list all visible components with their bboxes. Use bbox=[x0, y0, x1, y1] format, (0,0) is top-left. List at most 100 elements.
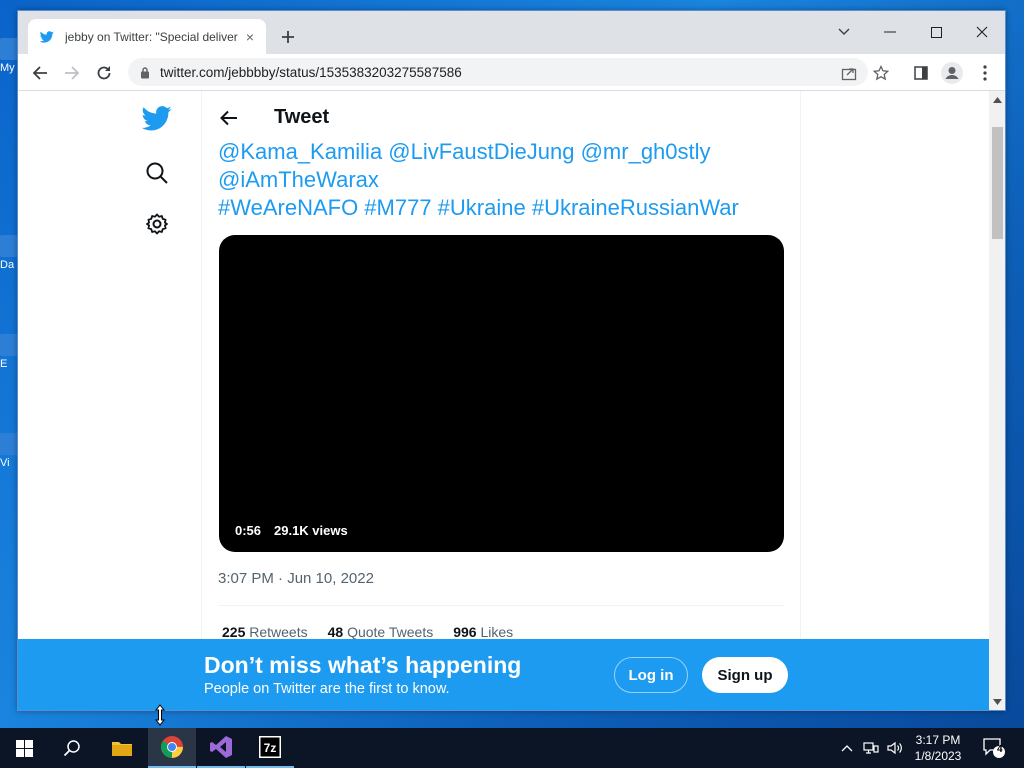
signup-button[interactable]: Sign up bbox=[702, 657, 788, 693]
taskbar-search-button[interactable] bbox=[48, 728, 96, 768]
close-icon bbox=[976, 26, 988, 38]
lock-icon bbox=[141, 66, 149, 78]
clock-time: 3:17 PM bbox=[915, 733, 961, 747]
scrollbar-thumb[interactable] bbox=[992, 127, 1003, 239]
plus-icon bbox=[282, 31, 294, 43]
7zip-icon: 7z bbox=[259, 736, 281, 758]
banner-subtitle: People on Twitter are the first to know. bbox=[204, 681, 450, 697]
browser-window: jebby on Twitter: "Special deliver × twi… bbox=[17, 10, 1006, 711]
tray-overflow-button[interactable] bbox=[835, 728, 859, 768]
taskbar-7zip[interactable]: 7z bbox=[246, 728, 294, 768]
twitter-home-link[interactable] bbox=[138, 99, 176, 137]
settings-link[interactable] bbox=[138, 205, 176, 243]
retweets-stat[interactable]: 225 Retweets bbox=[222, 624, 308, 640]
desktop-icon-1[interactable]: My bbox=[0, 38, 18, 74]
svg-text:7z: 7z bbox=[264, 741, 277, 755]
app-icon bbox=[0, 334, 18, 356]
menu-button[interactable] bbox=[972, 60, 998, 86]
maximize-button[interactable] bbox=[913, 17, 959, 47]
chrome-icon bbox=[161, 736, 184, 758]
explore-search-link[interactable] bbox=[138, 154, 176, 192]
likes-label: Likes bbox=[480, 624, 514, 640]
profile-button[interactable] bbox=[939, 60, 965, 86]
chevron-down-icon bbox=[838, 28, 850, 35]
back-button[interactable] bbox=[27, 60, 53, 86]
tray-volume[interactable] bbox=[883, 728, 907, 768]
search-icon bbox=[63, 740, 80, 757]
address-bar[interactable]: twitter.com/jebbbby/status/1535383203275… bbox=[128, 58, 868, 86]
desktop-icon-label: My bbox=[0, 62, 15, 74]
desktop-icon-2[interactable]: Da bbox=[0, 235, 18, 271]
app-icon bbox=[0, 38, 18, 60]
chevron-up-icon bbox=[841, 745, 853, 752]
retweets-label: Retweets bbox=[249, 624, 308, 640]
quotes-count: 48 bbox=[327, 624, 344, 640]
clock-date: 1/8/2023 bbox=[914, 749, 962, 763]
video-views: 29.1K views bbox=[274, 523, 348, 538]
close-window-button[interactable] bbox=[959, 17, 1005, 47]
side-panel-button[interactable] bbox=[908, 60, 934, 86]
maximize-icon bbox=[930, 26, 942, 38]
arrow-right-icon bbox=[65, 66, 80, 80]
tweet-text: @Kama_Kamilia @LivFaustDieJung @mr_gh0st… bbox=[218, 138, 788, 222]
tweet-timestamp[interactable]: 3:07 PM · Jun 10, 2022 bbox=[218, 570, 374, 587]
tray-network[interactable] bbox=[859, 728, 883, 768]
tweet-stats: 225 Retweets 48 Quote Tweets 996 Likes bbox=[222, 624, 513, 640]
network-icon bbox=[863, 742, 879, 754]
action-center-button[interactable]: 4 bbox=[978, 732, 1010, 764]
twitter-left-nav bbox=[138, 91, 178, 710]
reload-button[interactable] bbox=[91, 60, 117, 86]
share-icon bbox=[841, 68, 857, 81]
new-tab-button[interactable] bbox=[276, 25, 300, 49]
twitter-bird-icon bbox=[142, 105, 172, 130]
forward-button[interactable] bbox=[59, 60, 85, 86]
scroll-up-icon bbox=[993, 97, 1002, 103]
scroll-down-icon bbox=[993, 699, 1002, 705]
app-icon bbox=[0, 235, 18, 257]
share-button[interactable] bbox=[836, 60, 862, 86]
desktop-icon-label: Vi bbox=[0, 457, 10, 469]
minimize-button[interactable] bbox=[867, 17, 913, 47]
back-arrow-button[interactable] bbox=[214, 103, 244, 133]
page-viewport: Tweet @Kama_Kamilia @LivFaustDieJung @mr… bbox=[18, 91, 989, 710]
start-button[interactable] bbox=[0, 728, 48, 768]
desktop-icon-4[interactable]: Vi bbox=[0, 433, 18, 469]
video-player[interactable]: 0:56 29.1K views bbox=[219, 235, 784, 552]
avatar-icon bbox=[941, 62, 963, 84]
volume-icon bbox=[887, 741, 902, 755]
tab-twitter[interactable]: jebby on Twitter: "Special deliver × bbox=[28, 19, 266, 54]
tab-search-button[interactable] bbox=[821, 17, 867, 47]
arrow-left-icon bbox=[32, 66, 47, 80]
system-clock[interactable]: 3:17 PM 1/8/2023 bbox=[908, 732, 968, 764]
visual-studio-icon bbox=[210, 736, 232, 758]
signup-banner: Don’t miss what’s happening People on Tw… bbox=[18, 639, 989, 710]
desktop-icon-label: E bbox=[0, 358, 8, 370]
arrow-left-icon bbox=[220, 110, 237, 126]
likes-count: 996 bbox=[453, 624, 477, 640]
taskbar-file-explorer[interactable] bbox=[98, 728, 146, 768]
video-duration: 0:56 bbox=[235, 523, 262, 538]
quotes-label: Quote Tweets bbox=[347, 624, 434, 640]
tab-strip: jebby on Twitter: "Special deliver × bbox=[18, 11, 1005, 54]
tweet-mentions-line[interactable]: @Kama_Kamilia @LivFaustDieJung @mr_gh0st… bbox=[218, 138, 788, 166]
likes-stat[interactable]: 996 Likes bbox=[453, 624, 513, 640]
twitter-bird-icon bbox=[40, 29, 56, 45]
retweets-count: 225 bbox=[222, 624, 246, 640]
taskbar-visual-studio[interactable] bbox=[197, 728, 245, 768]
divider bbox=[218, 605, 784, 606]
tab-close-icon[interactable]: × bbox=[242, 29, 258, 45]
page-title: Tweet bbox=[274, 106, 330, 128]
quotes-stat[interactable]: 48 Quote Tweets bbox=[328, 624, 434, 640]
app-icon bbox=[0, 433, 18, 455]
folder-icon bbox=[112, 742, 132, 756]
desktop-icon-3[interactable]: E bbox=[0, 334, 18, 370]
taskbar-chrome[interactable] bbox=[148, 728, 196, 768]
tab-title: jebby on Twitter: "Special deliver bbox=[65, 29, 238, 44]
url-text: twitter.com/jebbbby/status/1535383203275… bbox=[160, 64, 462, 80]
login-button[interactable]: Log in bbox=[614, 657, 688, 693]
tweet-mentions-line[interactable]: @iAmTheWarax bbox=[218, 166, 788, 194]
tweet-hashtags-line[interactable]: #WeAreNAFO #M777 #Ukraine #UkraineRussia… bbox=[218, 194, 788, 222]
vertical-scrollbar[interactable] bbox=[989, 91, 1005, 710]
reload-icon bbox=[97, 66, 111, 80]
bookmark-button[interactable] bbox=[868, 60, 894, 86]
